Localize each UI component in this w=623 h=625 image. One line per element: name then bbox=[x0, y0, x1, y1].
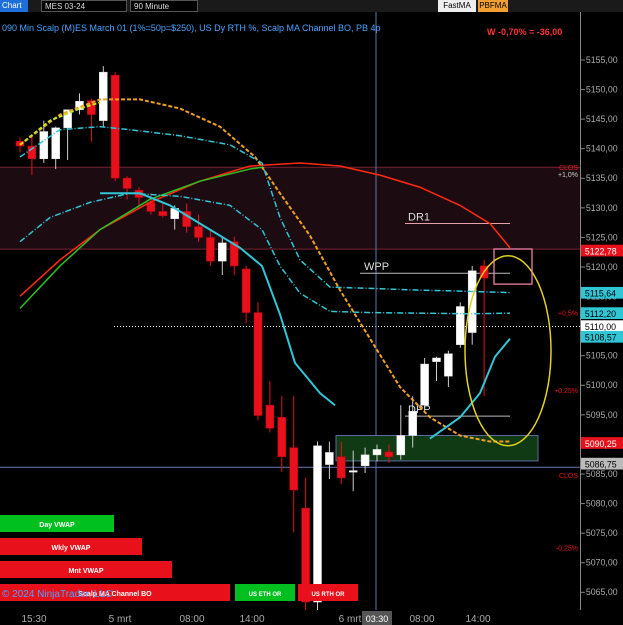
candle-body bbox=[384, 451, 394, 457]
candle-body bbox=[313, 445, 322, 603]
x-tick-label: 14:00 bbox=[465, 614, 490, 625]
price-label: 5115,64 bbox=[585, 289, 616, 299]
instrument-selector[interactable]: MES 03-24 bbox=[41, 0, 127, 12]
price-label: 5108,57 bbox=[585, 333, 617, 343]
candle-body bbox=[194, 226, 203, 238]
candle-body bbox=[360, 454, 370, 467]
y-tick-label: 5100,00 bbox=[586, 380, 618, 390]
candle-body bbox=[396, 435, 406, 456]
price-chart[interactable]: DR1WPPDPPDay VWAPWkly VWAPMnt VWAPScalp … bbox=[0, 12, 580, 610]
candle-body bbox=[99, 71, 108, 121]
candle-body bbox=[277, 417, 287, 457]
y-tick-label: 5075,00 bbox=[586, 528, 618, 538]
candle-body bbox=[325, 452, 334, 465]
candle-body bbox=[432, 357, 441, 362]
indicator-label: US ETH OR bbox=[249, 592, 282, 598]
candle-body bbox=[420, 363, 429, 406]
indicator-label: Wkly VWAP bbox=[52, 545, 91, 552]
y-tick-label: 5105,00 bbox=[586, 351, 618, 361]
y-tick-label: 5065,00 bbox=[586, 587, 618, 597]
candle-body bbox=[253, 312, 263, 416]
chart-tab[interactable]: Chart bbox=[0, 0, 28, 12]
y-tick-label: 5150,00 bbox=[586, 84, 618, 94]
candle-body bbox=[467, 270, 477, 333]
period-selector[interactable]: 90 Minute bbox=[130, 0, 198, 12]
fast-channel-recent bbox=[429, 337, 511, 440]
slow-ma-line bbox=[19, 98, 510, 443]
x-tick-label: 5 mrt bbox=[109, 614, 132, 625]
y-tick-label: 5135,00 bbox=[586, 173, 618, 183]
candle-body bbox=[348, 470, 358, 473]
candle-body bbox=[122, 177, 132, 189]
y-tick-label: 5130,00 bbox=[586, 203, 618, 213]
y-tick-label: 5080,00 bbox=[586, 499, 618, 509]
chart-subtitle: 090 Min Scalp (M)ES March 01 (1%=50p=$25… bbox=[2, 23, 381, 33]
pct-label: +0,25% bbox=[554, 388, 578, 395]
candle-body bbox=[289, 447, 298, 491]
y-tick-label: 5125,00 bbox=[586, 232, 618, 242]
candle-body bbox=[444, 353, 453, 377]
candle-body bbox=[456, 306, 465, 345]
price-label: 5110,00 bbox=[585, 322, 616, 332]
price-label: 5112,20 bbox=[585, 309, 616, 319]
candle-body bbox=[241, 268, 251, 313]
y-tick-label: 5120,00 bbox=[586, 262, 618, 272]
annotation-dr1: DR1 bbox=[408, 212, 430, 224]
price-label: 5122,78 bbox=[585, 246, 617, 256]
time-axis[interactable]: 15:30 5 mrt 08:00 14:00 6 mrt 08:00 14:00 03:30 bbox=[0, 610, 580, 625]
y-tick-label: 5145,00 bbox=[586, 114, 618, 124]
x-tick-label: 6 mrt bbox=[339, 614, 362, 625]
indicator-label: Day VWAP bbox=[39, 522, 75, 529]
fastma-button[interactable]: FastMA bbox=[438, 0, 476, 12]
indicator-label: Mnt VWAP bbox=[69, 568, 104, 575]
candle-body bbox=[372, 449, 382, 456]
x-tick-label: 08:00 bbox=[409, 614, 434, 625]
y-tick-label: 5095,00 bbox=[586, 410, 618, 420]
x-tick-label: 08:00 bbox=[179, 614, 204, 625]
pct-label: +0,5% bbox=[558, 311, 578, 318]
target-box bbox=[493, 248, 533, 285]
y-tick-label: 5155,00 bbox=[586, 55, 618, 65]
candle-body bbox=[265, 404, 275, 429]
pct-label: CLOS bbox=[559, 473, 578, 480]
y-tick-label: 5140,00 bbox=[586, 144, 618, 154]
copyright-text: © 2024 NinjaTrader, LLC bbox=[2, 589, 112, 600]
pct-label: -0,25% bbox=[556, 546, 578, 553]
indicator-label: US RTH OR bbox=[312, 592, 346, 598]
candle-body bbox=[39, 131, 49, 160]
candle-body bbox=[206, 237, 215, 262]
price-label: 5090,25 bbox=[585, 439, 617, 449]
y-tick-label: 5085,00 bbox=[586, 469, 618, 479]
x-tick-label: 15:30 bbox=[21, 614, 46, 625]
price-label: 5086,75 bbox=[585, 460, 617, 470]
cursor-time-label: 03:30 bbox=[366, 614, 389, 624]
candle-body bbox=[158, 211, 168, 216]
candle-body bbox=[218, 242, 227, 262]
candle-body bbox=[408, 411, 417, 436]
pct-label: +1,0% bbox=[558, 172, 578, 179]
x-tick-label: 14:00 bbox=[239, 614, 264, 625]
pnl-readout: W -0,70% = -36,00 bbox=[487, 27, 563, 37]
candle-body bbox=[51, 127, 60, 160]
candle-body bbox=[110, 74, 120, 179]
y-tick-label: 5070,00 bbox=[586, 558, 618, 568]
price-axis[interactable]: 5155,00 5150,00 5145,00 5140,00 5135,00 5130,… bbox=[580, 12, 623, 610]
candle-body bbox=[337, 456, 346, 479]
annotation-wpp: WPP bbox=[364, 261, 389, 273]
chart-toolbar: Chart MES 03-24 90 Minute FastMA PBFMA bbox=[0, 0, 623, 12]
pbfma-button[interactable]: PBFMA bbox=[478, 0, 508, 12]
